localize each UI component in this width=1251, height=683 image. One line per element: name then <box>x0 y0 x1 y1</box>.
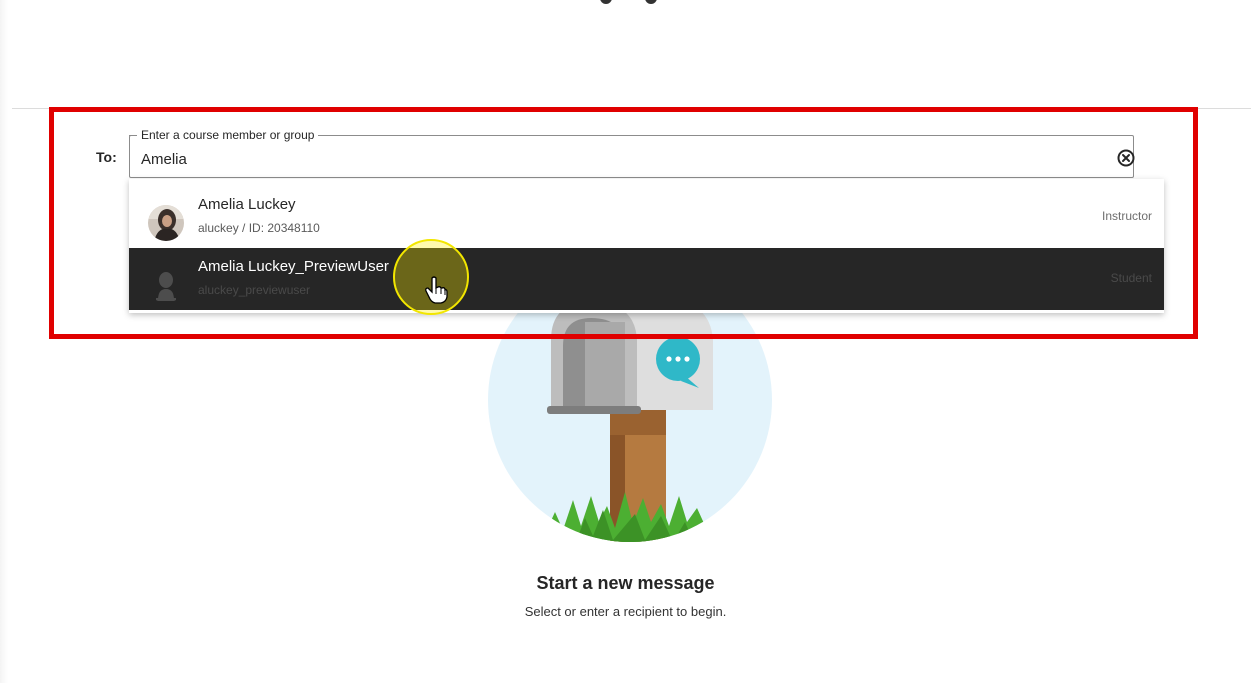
recipient-suggestions-list: Amelia Luckey aluckey / ID: 20348110 Ins… <box>129 179 1164 313</box>
suggestion-role: Student <box>1110 271 1152 285</box>
compose-message-page: To: Enter a course member or group Ameli… <box>0 0 1251 683</box>
clear-circle-x-icon[interactable] <box>1116 148 1136 168</box>
suggestion-role: Instructor <box>1101 209 1152 223</box>
default-user-silhouette-icon <box>156 272 176 301</box>
cropped-header-title <box>0 0 1251 12</box>
avatar <box>148 267 184 303</box>
avatar <box>148 205 184 241</box>
recipient-input[interactable] <box>141 148 1091 170</box>
recipient-field-legend: Enter a course member or group <box>128 128 319 142</box>
header-divider <box>12 108 1251 109</box>
to-label: To: <box>96 149 117 165</box>
suggestion-detail: aluckey / ID: 20348110 <box>198 221 320 235</box>
empty-state-title: Start a new message <box>536 573 715 593</box>
suggestion-name: Amelia Luckey <box>198 196 296 213</box>
suggestion-item-hovered[interactable]: Amelia Luckey_PreviewUser aluckey_previe… <box>129 248 1164 310</box>
profile-photo-icon <box>148 205 184 241</box>
suggestion-detail: aluckey_previewuser <box>198 283 311 297</box>
suggestion-item[interactable]: Amelia Luckey aluckey / ID: 20348110 Ins… <box>129 186 1164 248</box>
empty-state-subtitle: Select or enter a recipient to begin. <box>524 604 727 619</box>
suggestion-name: Amelia Luckey_PreviewUser <box>198 258 389 275</box>
